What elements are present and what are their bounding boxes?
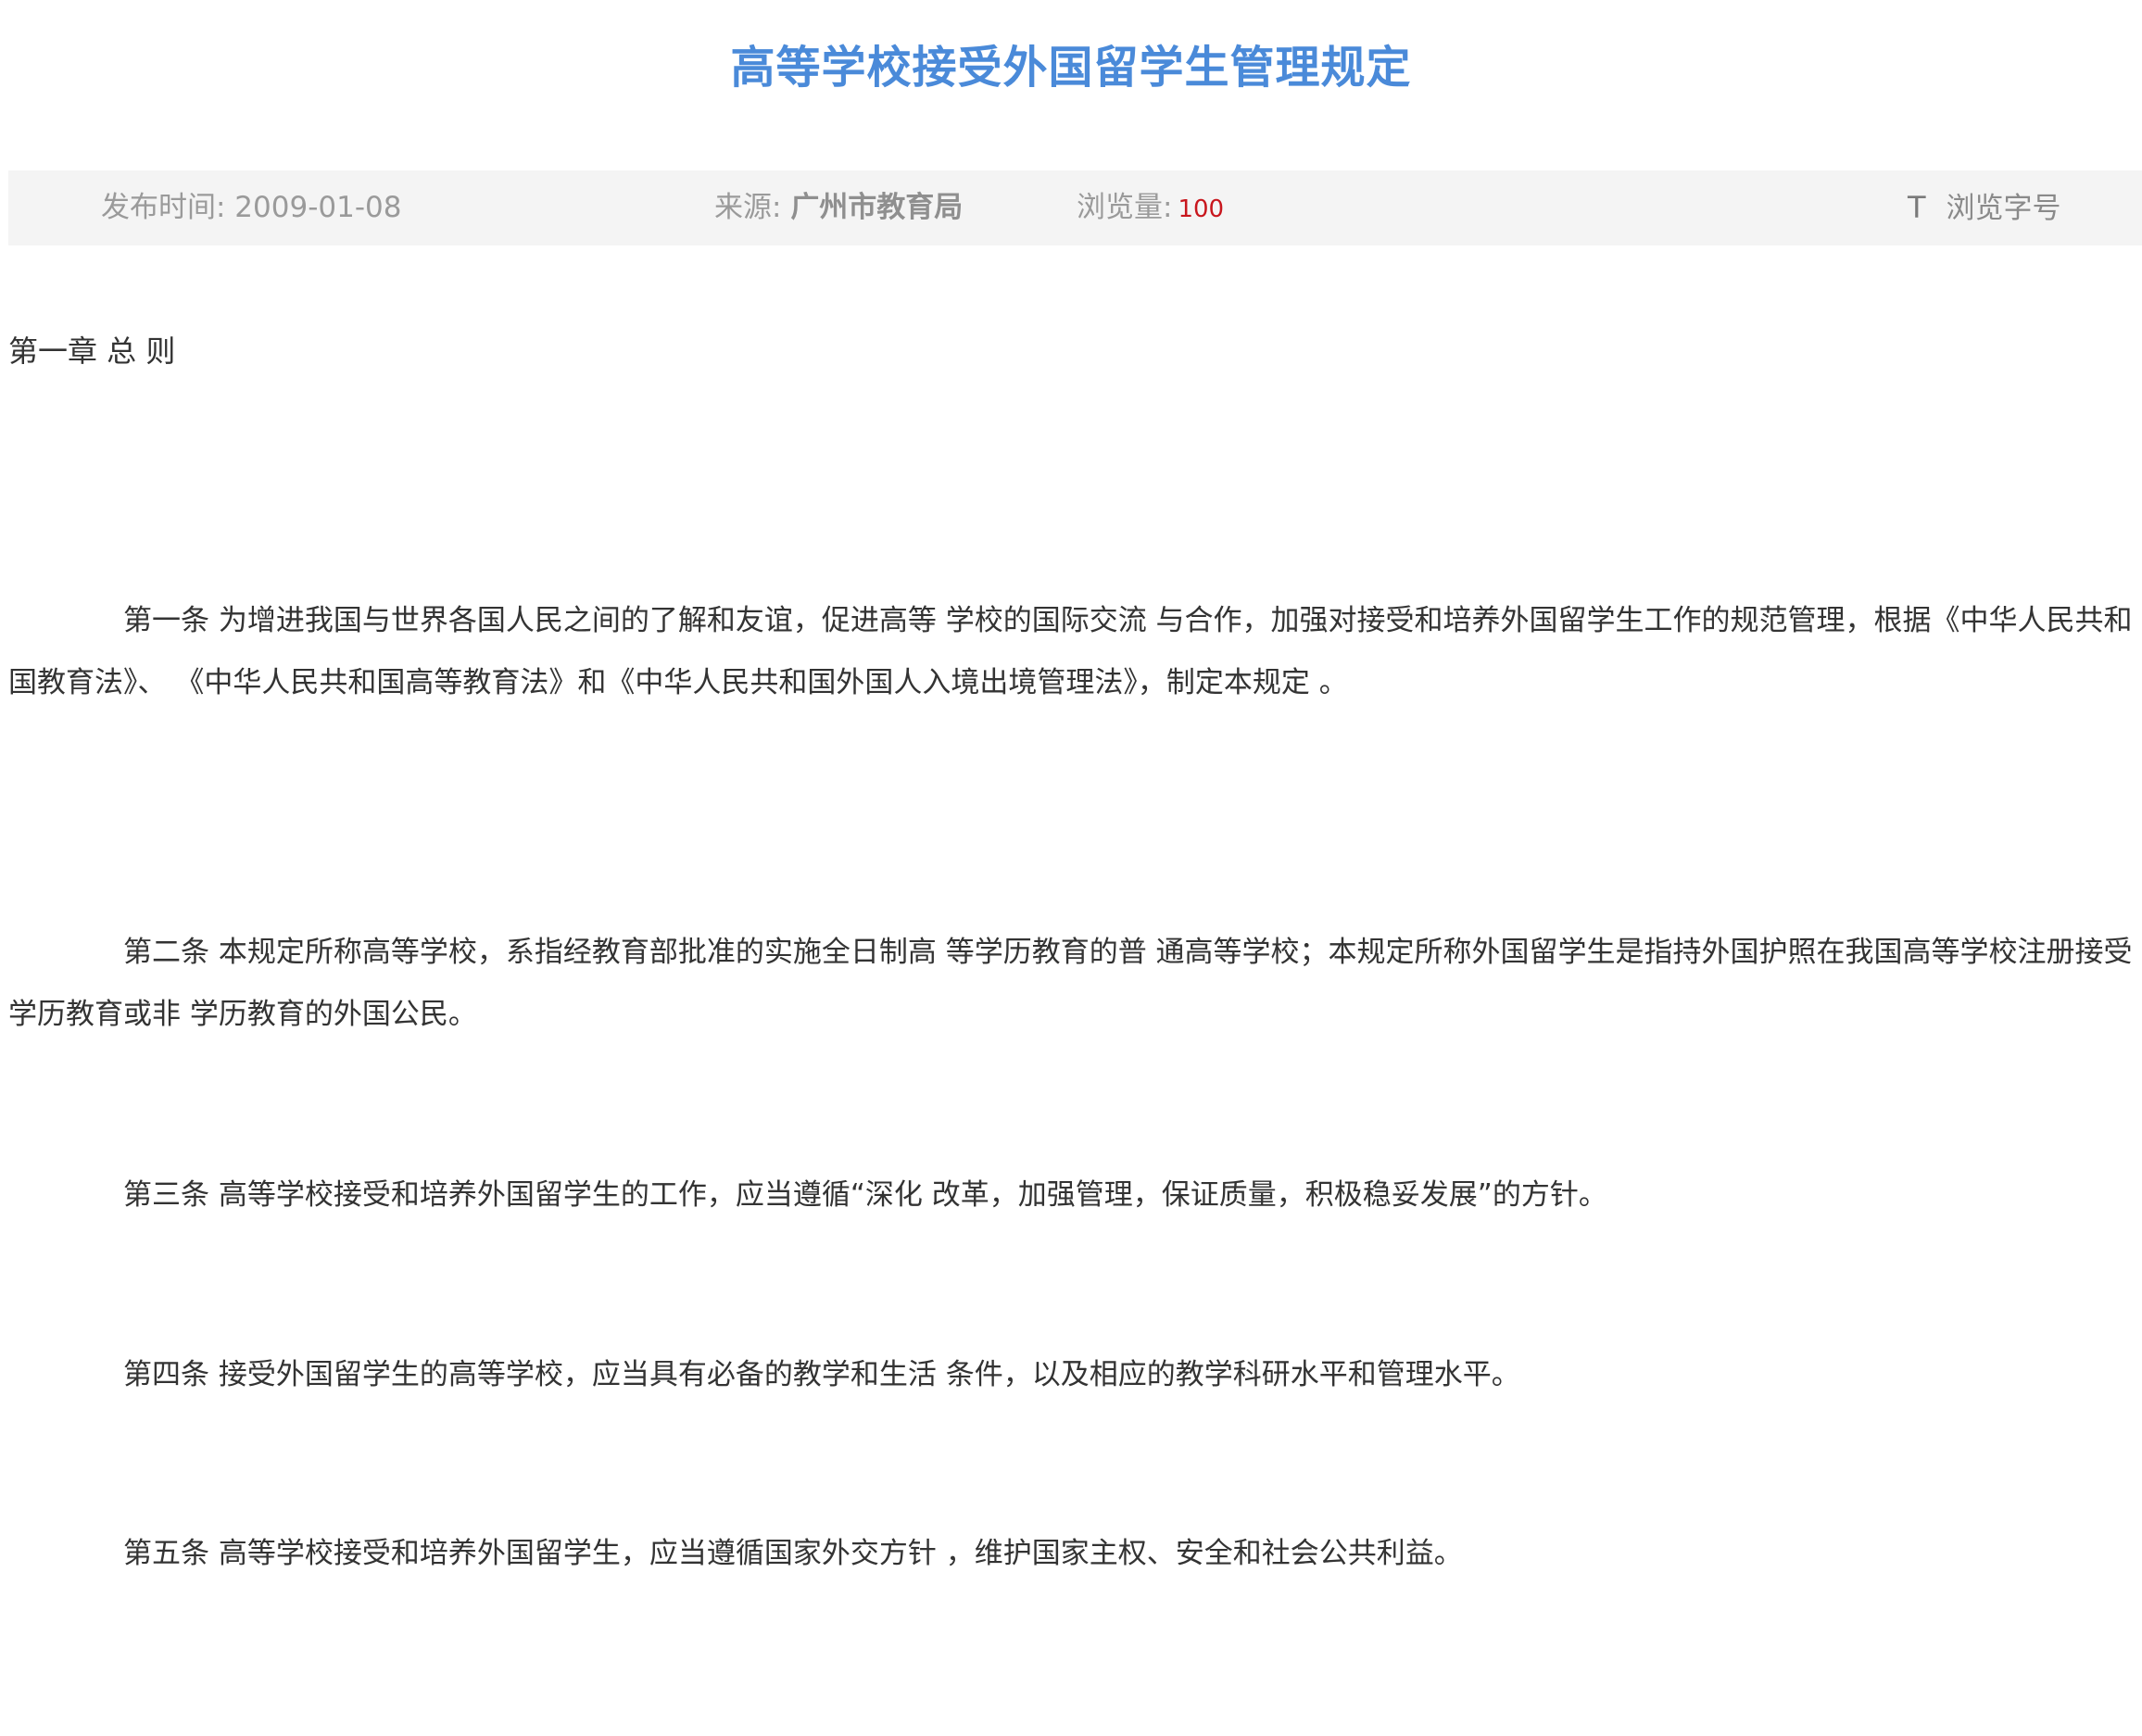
source-value: 广州市教育局 — [790, 191, 964, 224]
publish-date: 发布时间: 2009-01-08 — [101, 191, 402, 224]
font-size-toggle[interactable]: T 浏览字号 — [1908, 170, 2061, 245]
source-info: 来源: 广州市教育局 — [714, 170, 963, 245]
views-label: 浏览量: — [1077, 191, 1173, 224]
article-paragraph: 第一条 为增进我国与世界各国人民之间的了解和友谊，促进高等 学校的国际交流 与合… — [8, 604, 2133, 699]
font-size-label[interactable]: 浏览字号 — [1947, 192, 2061, 225]
article-paragraph: 第三条 高等学校接受和培养外国留学生的工作，应当遵循“深化 改革，加强管理，保证… — [123, 1178, 1607, 1212]
chapter-heading: 第一章 总 则 — [8, 333, 176, 369]
view-count: 浏览量: 100 — [1077, 170, 1224, 245]
page-title: 高等学校接受外国留学生管理规定 — [730, 42, 1412, 94]
views-value: 100 — [1178, 195, 1225, 223]
article-meta-bar: 发布时间: 2009-01-08 来源: 广州市教育局 浏览量: 100 T 浏览字… — [8, 170, 2142, 245]
source-label: 来源: — [714, 191, 791, 224]
article-paragraph: 第二条 本规定所称高等学校，系指经教育部批准的实施全日制高 等学历教育的普 通高… — [8, 936, 2133, 1031]
article-paragraph: 第五条 高等学校接受和培养外国留学生，应当遵循国家外交方针 ，维护国家主权、安全… — [123, 1537, 1463, 1570]
article-paragraph: 第四条 接受外国留学生的高等学校，应当具有必备的教学和生活 条件，以及相应的教学… — [123, 1358, 1520, 1391]
font-size-icon[interactable]: T — [1908, 170, 1926, 245]
